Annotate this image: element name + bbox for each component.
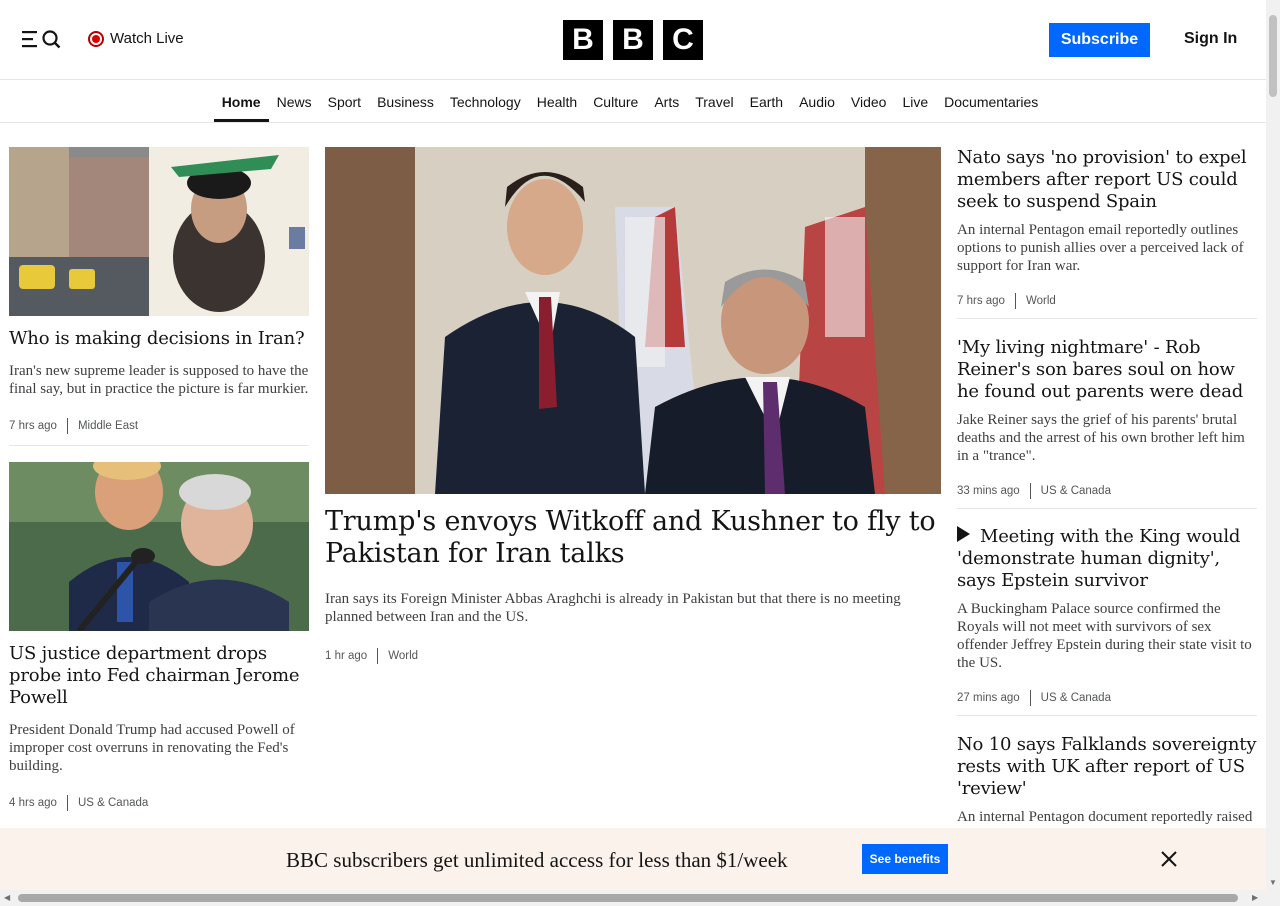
nav-item-sport[interactable]: Sport <box>320 81 369 122</box>
lead-headline[interactable]: Trump's envoys Witkoff and Kushner to fl… <box>325 506 941 570</box>
story-headline[interactable]: Meeting with the King would 'demonstrate… <box>957 526 1257 592</box>
vertical-scroll-thumb[interactable] <box>1269 15 1277 97</box>
nav-item-travel[interactable]: Travel <box>687 81 741 122</box>
story-card: US justice department drops probe into F… <box>9 462 309 811</box>
powell-trump-image[interactable] <box>9 462 309 631</box>
banner-text: BBC subscribers get unlimited access for… <box>286 848 788 872</box>
story-headline[interactable]: No 10 says Falklands sovereignty rests w… <box>957 734 1257 800</box>
nav-item-earth[interactable]: Earth <box>742 81 791 122</box>
story-category[interactable]: World <box>388 650 418 662</box>
main-nav: Home News Sport Business Technology Heal… <box>0 81 1266 123</box>
nav-item-documentaries[interactable]: Documentaries <box>936 81 1046 122</box>
play-icon <box>957 526 970 542</box>
watch-live-link[interactable]: Watch Live <box>88 30 184 47</box>
story-time: 33 mins ago <box>957 485 1020 497</box>
story-summary: A Buckingham Palace source confirmed the… <box>957 601 1252 671</box>
envoys-image[interactable] <box>325 147 941 494</box>
meta-separator <box>1014 293 1016 309</box>
lead-summary: Iran says its Foreign Minister Abbas Ara… <box>325 591 901 625</box>
subscribe-button[interactable]: Subscribe <box>1049 23 1150 57</box>
scroll-down-arrow-icon[interactable]: ▼ <box>1269 878 1277 887</box>
nav-item-culture[interactable]: Culture <box>585 81 646 122</box>
story-summary: Jake Reiner says the grief of his parent… <box>957 412 1245 464</box>
story-card: Who is making decisions in Iran? Iran's … <box>9 147 309 434</box>
story-time: 7 hrs ago <box>957 295 1005 307</box>
logo-letter: B <box>563 20 603 60</box>
story-category[interactable]: US & Canada <box>1041 485 1111 497</box>
story-time: 1 hr ago <box>325 650 368 662</box>
story-meta: 4 hrs ago US & Canada <box>9 795 309 811</box>
story-card: Nato says 'no provision' to expel member… <box>957 147 1257 309</box>
scroll-left-arrow-icon[interactable]: ◀ <box>4 893 10 902</box>
story-meta: 33 mins ago US & Canada <box>957 483 1257 499</box>
story-meta: 7 hrs ago Middle East <box>9 418 309 434</box>
center-column: Trump's envoys Witkoff and Kushner to fl… <box>325 147 941 664</box>
menu-search-button[interactable] <box>22 28 62 52</box>
logo-letter: C <box>663 20 703 60</box>
vertical-scrollbar[interactable]: ▼ <box>1266 0 1280 906</box>
story-meta: 27 mins ago US & Canada <box>957 690 1257 706</box>
story-headline[interactable]: US justice department drops probe into F… <box>9 643 309 709</box>
divider <box>957 508 1257 509</box>
menu-search-icon <box>22 30 61 49</box>
story-time: 4 hrs ago <box>9 797 57 809</box>
horizontal-scroll-thumb[interactable] <box>18 894 1238 902</box>
live-icon <box>88 30 104 47</box>
story-time: 27 mins ago <box>957 692 1020 704</box>
story-summary: President Donald Trump had accused Powel… <box>9 722 295 774</box>
meta-separator <box>1029 690 1031 706</box>
iran-street-image[interactable] <box>9 147 309 316</box>
left-column: Who is making decisions in Iran? Iran's … <box>9 147 309 811</box>
lead-story-card: Trump's envoys Witkoff and Kushner to fl… <box>325 147 941 664</box>
meta-separator <box>377 648 379 664</box>
divider <box>957 318 1257 319</box>
close-icon <box>1161 851 1177 867</box>
nav-item-audio[interactable]: Audio <box>791 81 843 122</box>
divider <box>9 445 309 446</box>
watch-live-label: Watch Live <box>110 30 184 47</box>
right-column: Nato says 'no provision' to expel member… <box>957 147 1257 844</box>
nav-item-news[interactable]: News <box>269 81 320 122</box>
story-headline[interactable]: 'My living nightmare' - Rob Reiner's son… <box>957 337 1257 403</box>
story-card: Meeting with the King would 'demonstrate… <box>957 526 1257 706</box>
site-header: Watch Live B B C Subscribe Sign In <box>0 0 1266 80</box>
meta-separator <box>66 418 68 434</box>
story-headline[interactable]: Nato says 'no provision' to expel member… <box>957 147 1257 213</box>
story-category[interactable]: Middle East <box>78 420 138 432</box>
subscription-banner: BBC subscribers get unlimited access for… <box>0 828 1266 890</box>
nav-item-business[interactable]: Business <box>369 81 442 122</box>
sign-in-link[interactable]: Sign In <box>1184 30 1237 48</box>
nav-item-home[interactable]: Home <box>213 81 269 122</box>
nav-item-arts[interactable]: Arts <box>646 81 687 122</box>
nav-item-live[interactable]: Live <box>894 81 936 122</box>
meta-separator <box>66 795 68 811</box>
meta-separator <box>1029 483 1031 499</box>
story-category[interactable]: US & Canada <box>1041 692 1111 704</box>
story-time: 7 hrs ago <box>9 420 57 432</box>
see-benefits-button[interactable]: See benefits <box>862 844 948 874</box>
story-category[interactable]: World <box>1026 295 1056 307</box>
story-headline-text: Meeting with the King would 'demonstrate… <box>957 526 1241 591</box>
story-category[interactable]: US & Canada <box>78 797 148 809</box>
story-meta: 7 hrs ago World <box>957 293 1257 309</box>
lead-meta: 1 hr ago World <box>325 648 941 664</box>
close-banner-button[interactable] <box>1160 850 1178 868</box>
story-headline[interactable]: Who is making decisions in Iran? <box>9 328 309 350</box>
story-card: 'My living nightmare' - Rob Reiner's son… <box>957 337 1257 499</box>
nav-item-health[interactable]: Health <box>529 81 585 122</box>
logo-letter: B <box>613 20 653 60</box>
scroll-right-arrow-icon[interactable]: ▶ <box>1252 893 1258 902</box>
bbc-logo[interactable]: B B C <box>563 20 703 60</box>
nav-item-technology[interactable]: Technology <box>442 81 529 122</box>
divider <box>957 715 1257 716</box>
nav-item-video[interactable]: Video <box>843 81 895 122</box>
story-summary: An internal Pentagon email reportedly ou… <box>957 222 1244 274</box>
horizontal-scrollbar[interactable]: ◀ ▶ <box>0 890 1266 906</box>
story-summary: Iran's new supreme leader is supposed to… <box>9 363 309 397</box>
